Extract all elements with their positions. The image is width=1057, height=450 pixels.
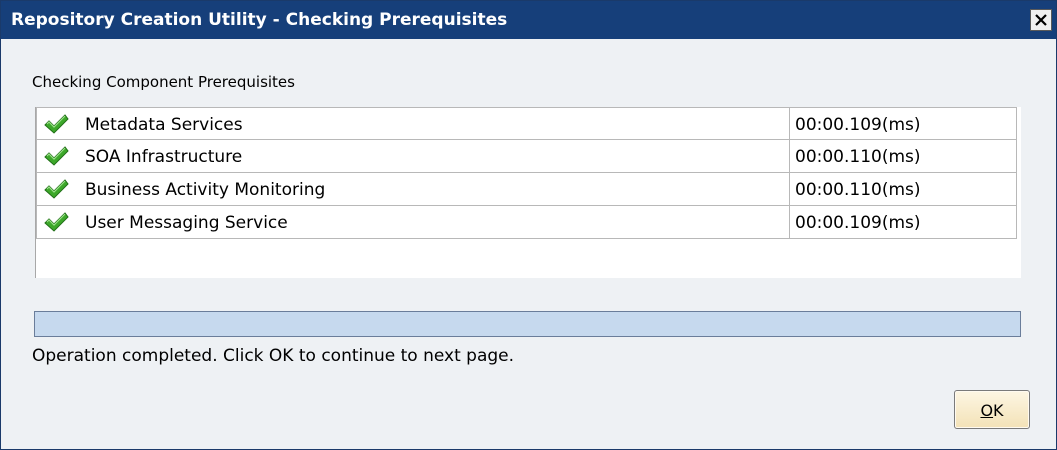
column-divider (789, 173, 790, 205)
table-row[interactable]: Metadata Services 00:00.109(ms) (36, 107, 1017, 140)
component-time: 00:00.110(ms) (795, 147, 921, 167)
ok-button[interactable]: OK (954, 390, 1030, 429)
table-row[interactable]: User Messaging Service 00:00.109(ms) (36, 206, 1017, 239)
check-icon (44, 212, 69, 232)
close-icon (1035, 14, 1047, 26)
check-icon (44, 179, 69, 199)
ok-label-rest: K (993, 401, 1004, 420)
window-title: Repository Creation Utility - Checking P… (11, 10, 508, 30)
table-row[interactable]: Business Activity Monitoring 00:00.110(m… (36, 173, 1017, 206)
component-name: Metadata Services (85, 115, 243, 135)
component-name: SOA Infrastructure (85, 147, 243, 167)
ok-mnemonic: O (980, 401, 994, 420)
column-divider (789, 108, 790, 139)
table-row[interactable]: SOA Infrastructure 00:00.110(ms) (36, 140, 1017, 173)
component-time: 00:00.109(ms) (795, 213, 921, 233)
title-bar[interactable]: Repository Creation Utility - Checking P… (1, 1, 1056, 39)
column-divider (789, 140, 790, 172)
component-time: 00:00.110(ms) (795, 180, 921, 200)
check-icon (44, 114, 69, 134)
status-message: Operation completed. Click OK to continu… (32, 346, 515, 366)
progress-bar (34, 311, 1021, 337)
component-table: Metadata Services 00:00.109(ms) SOA Infr… (35, 107, 1021, 278)
ok-button-label: OK (955, 401, 1029, 420)
component-name: Business Activity Monitoring (85, 180, 326, 200)
column-divider (789, 206, 790, 238)
check-icon (44, 146, 69, 166)
component-name: User Messaging Service (85, 213, 288, 233)
section-label: Checking Component Prerequisites (32, 73, 295, 91)
dialog-window: Repository Creation Utility - Checking P… (0, 0, 1057, 450)
component-time: 00:00.109(ms) (795, 115, 921, 135)
close-button[interactable] (1030, 9, 1052, 31)
